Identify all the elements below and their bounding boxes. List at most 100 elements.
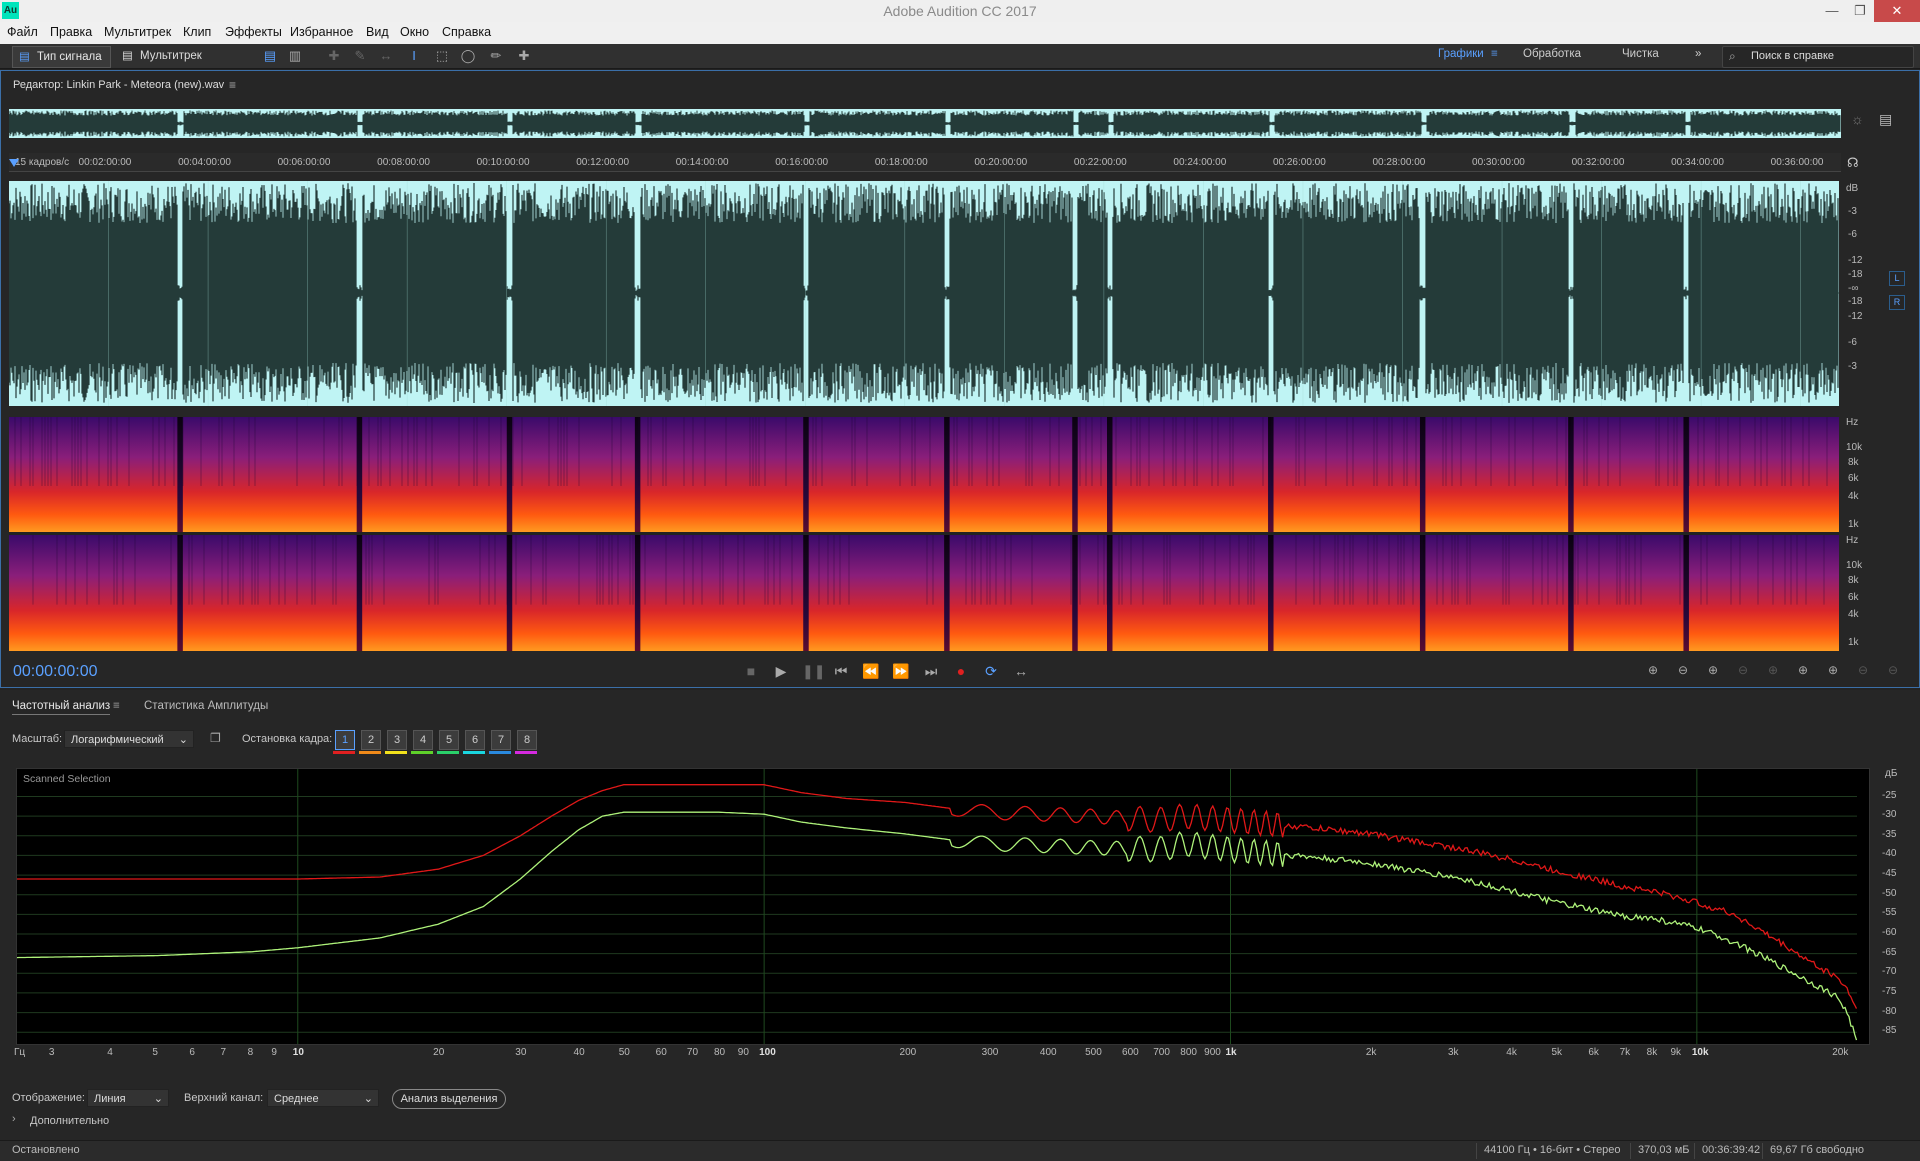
overview-toggle-icon[interactable]: ▤ bbox=[1879, 111, 1892, 128]
channel-dropdown[interactable]: Среднее ⌄ bbox=[267, 1089, 379, 1107]
zoom-in-amplitude-icon[interactable]: ⊕ bbox=[1643, 663, 1663, 681]
graph-x-tick: 80 bbox=[713, 1047, 726, 1058]
more-workspaces-icon[interactable]: » bbox=[1695, 48, 1701, 60]
chevron-right-icon[interactable]: › bbox=[12, 1113, 16, 1125]
slip-tool-icon[interactable]: ↔ bbox=[378, 48, 394, 64]
zoom-out-full-icon[interactable]: ⊖ bbox=[1733, 663, 1753, 681]
headphones-icon[interactable]: ☊ bbox=[1847, 155, 1859, 171]
menu-favorites[interactable]: Избранное bbox=[290, 25, 353, 39]
spectral-display[interactable] bbox=[9, 417, 1839, 651]
razor-tool-icon[interactable]: ✎ bbox=[352, 48, 368, 64]
ruler-tick: 00:28:00:00 bbox=[1372, 157, 1426, 168]
zoom-to-selection-icon[interactable]: ☼ bbox=[1851, 111, 1864, 127]
status-divider bbox=[1762, 1143, 1763, 1159]
waveform-mode-button[interactable]: ▤ Тип сигнала bbox=[12, 46, 111, 68]
marquee-tool-icon[interactable]: ⬚ bbox=[434, 48, 450, 64]
copy-graph-icon[interactable]: ❐ bbox=[210, 731, 221, 745]
stop-button[interactable]: ■ bbox=[742, 661, 760, 681]
record-button[interactable]: ● bbox=[952, 661, 970, 681]
chevron-down-icon: ⌄ bbox=[153, 1093, 163, 1105]
freeze-frame-button[interactable]: 1 bbox=[335, 730, 355, 750]
move-to-start-button[interactable]: ⏮ bbox=[832, 661, 850, 681]
workspace-graphics[interactable]: Графики bbox=[1438, 48, 1484, 60]
status-free-space: 69,67 Гб свободно bbox=[1770, 1144, 1865, 1156]
hz-label: Hz bbox=[1846, 535, 1859, 546]
minimize-icon[interactable]: — bbox=[1818, 0, 1846, 22]
zoom-in-right-icon[interactable]: ⊕ bbox=[1823, 663, 1843, 681]
waveform-graphic bbox=[9, 181, 1839, 406]
hz-tick: 4k bbox=[1848, 491, 1859, 502]
brush-tool-icon[interactable]: ✏ bbox=[488, 48, 504, 64]
zoom-selection-icon[interactable]: ⊕ bbox=[1763, 663, 1783, 681]
waveform-view-icon[interactable]: ▤ bbox=[262, 48, 278, 64]
freeze-frame-button[interactable]: 6 bbox=[465, 730, 485, 750]
display-dropdown[interactable]: Линия ⌄ bbox=[87, 1089, 169, 1107]
freeze-frame-button[interactable]: 3 bbox=[387, 730, 407, 750]
playhead-marker-icon[interactable] bbox=[9, 159, 19, 167]
freeze-frame-button[interactable]: 4 bbox=[413, 730, 433, 750]
menu-view[interactable]: Вид bbox=[366, 25, 389, 39]
waveform-display[interactable] bbox=[9, 181, 1839, 406]
pause-button[interactable]: ❚❚ bbox=[802, 661, 825, 681]
editor-menu-icon[interactable]: ≡ bbox=[229, 78, 236, 92]
graph-y-tick: -75 bbox=[1882, 985, 1897, 997]
fast-forward-button[interactable]: ⏩ bbox=[892, 661, 910, 681]
overview-waveform[interactable] bbox=[8, 109, 1841, 138]
menu-edit[interactable]: Правка bbox=[50, 25, 92, 39]
panel-menu-icon[interactable]: ≡ bbox=[113, 700, 120, 712]
freeze-frame-button[interactable]: 2 bbox=[361, 730, 381, 750]
graph-y-tick: -70 bbox=[1882, 966, 1897, 978]
spot-healing-tool-icon[interactable]: ✚ bbox=[516, 48, 532, 64]
menu-file[interactable]: Файл bbox=[7, 25, 38, 39]
ruler-tick: 00:14:00:00 bbox=[675, 157, 729, 168]
advanced-section[interactable]: Дополнительно bbox=[30, 1115, 109, 1127]
db-tick: -3 bbox=[1848, 206, 1857, 217]
freeze-frame-button[interactable]: 8 bbox=[517, 730, 537, 750]
time-selection-tool-icon[interactable]: I bbox=[406, 48, 422, 64]
menu-multitrack[interactable]: Мультитрек bbox=[104, 25, 171, 39]
close-icon[interactable]: ✕ bbox=[1874, 0, 1920, 22]
workspace-processing[interactable]: Обработка bbox=[1523, 48, 1581, 60]
time-ruler[interactable]: 15 кадров/с 00:02:00:00 00:04:00:00 00:06:… bbox=[9, 153, 1841, 172]
graph-x-tick: 800 bbox=[1180, 1047, 1197, 1058]
freeze-frame-button[interactable]: 5 bbox=[439, 730, 459, 750]
help-search-input[interactable]: ⌕ Поиск в справке bbox=[1722, 46, 1914, 68]
restore-icon[interactable]: ❐ bbox=[1846, 0, 1874, 22]
graph-x-tick: 600 bbox=[1122, 1047, 1139, 1058]
zoom-right-icon[interactable]: ⊖ bbox=[1883, 663, 1903, 681]
lasso-tool-icon[interactable]: ◯ bbox=[460, 48, 476, 64]
menu-window[interactable]: Окно bbox=[400, 25, 429, 39]
play-button[interactable]: ▶ bbox=[772, 661, 790, 681]
move-to-end-button[interactable]: ⏭ bbox=[922, 661, 940, 681]
analyze-selection-button[interactable]: Анализ выделения bbox=[392, 1089, 506, 1109]
menu-help[interactable]: Справка bbox=[442, 25, 491, 39]
workspace-cleanup[interactable]: Чистка bbox=[1622, 48, 1659, 60]
move-tool-icon[interactable]: ✚ bbox=[326, 48, 342, 64]
spectrum-series-2 bbox=[16, 811, 1858, 1041]
workspace-menu-icon[interactable]: ≡ bbox=[1491, 48, 1498, 60]
tab-frequency-analysis[interactable]: Частотный анализ bbox=[12, 700, 111, 715]
zoom-in-time-icon[interactable]: ⊕ bbox=[1703, 663, 1723, 681]
left-channel-toggle[interactable]: L bbox=[1889, 271, 1905, 286]
hz-tick: 4k bbox=[1848, 609, 1859, 620]
editor-panel: Редактор: Linkin Park - Meteora (new).wa… bbox=[0, 70, 1920, 688]
tab-amplitude-statistics[interactable]: Статистика Амплитуды bbox=[144, 700, 268, 712]
ruler-tick: 00:36:00:00 bbox=[1770, 157, 1824, 168]
rewind-button[interactable]: ⏪ bbox=[862, 661, 880, 681]
status-format: 44100 Гц • 16-бит • Стерео bbox=[1484, 1144, 1621, 1156]
zoom-out-amplitude-icon[interactable]: ⊖ bbox=[1673, 663, 1693, 681]
scale-dropdown[interactable]: Логарифмический ⌄ bbox=[64, 730, 194, 748]
zoom-in-left-icon[interactable]: ⊕ bbox=[1793, 663, 1813, 681]
spectral-view-icon[interactable]: ▥ bbox=[287, 48, 303, 64]
frequency-graph[interactable]: Scanned Selection bbox=[16, 768, 1870, 1045]
multitrack-mode-button[interactable]: ▤ Мультитрек bbox=[116, 46, 210, 66]
graph-x-tick: 30 bbox=[515, 1047, 527, 1058]
skip-selection-button[interactable]: ↔ bbox=[1012, 661, 1030, 681]
menu-clip[interactable]: Клип bbox=[183, 25, 211, 39]
right-channel-toggle[interactable]: R bbox=[1889, 295, 1905, 310]
current-time-display[interactable]: 00:00:00:00 bbox=[13, 663, 98, 681]
freeze-frame-button[interactable]: 7 bbox=[491, 730, 511, 750]
menu-effects[interactable]: Эффекты bbox=[225, 25, 282, 39]
zoom-left-icon[interactable]: ⊖ bbox=[1853, 663, 1873, 681]
loop-playback-button[interactable]: ⟳ bbox=[982, 661, 1000, 681]
